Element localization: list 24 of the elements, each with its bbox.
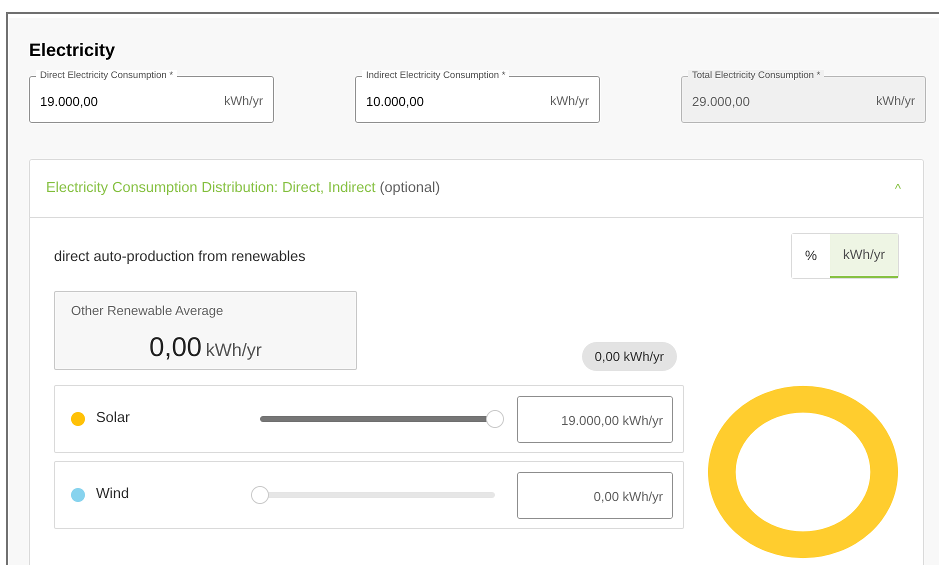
section-title: Electricity [29, 39, 116, 62]
field-label: Direct Electricity Consumption * [36, 70, 178, 82]
slider-thumb[interactable] [486, 410, 504, 428]
average-unit: kWh/yr [206, 338, 262, 362]
slider-thumb[interactable] [251, 486, 269, 504]
source-name: Wind [96, 485, 130, 504]
average-label: Other Renewable Average [71, 302, 224, 320]
field-value: 10.000,00 [366, 92, 424, 111]
input-field[interactable]: 19.000,00 kWh/yr [517, 396, 673, 442]
field-value: 29.000,00 [692, 92, 750, 111]
source-name: Solar [96, 409, 131, 428]
field-unit: kWh/yr [224, 93, 263, 110]
accordion-header[interactable]: Electricity Consumption Distribution: Direct, Indirect (optional) ^ [30, 160, 923, 218]
field-value: 19.000,00 [40, 92, 98, 111]
section-subtitle: direct auto-production from renewables [54, 248, 306, 267]
unit-option[interactable]: kWh/yr [830, 234, 898, 278]
field-unit: kWh/yr [550, 93, 589, 110]
accordion-title: Electricity Consumption Distribution: Direct, Indirect (optional) [46, 178, 440, 198]
average-value: 0,00 [149, 330, 202, 364]
field-unit: kWh/yr [876, 93, 915, 110]
input-field[interactable]: 0,00 kWh/yr [517, 472, 673, 518]
field-label: Total Electricity Consumption * [688, 70, 824, 82]
field-label: Indirect Electricity Consumption * [362, 70, 510, 82]
remaining-badge: 0,00 kWh/yr [582, 342, 677, 371]
